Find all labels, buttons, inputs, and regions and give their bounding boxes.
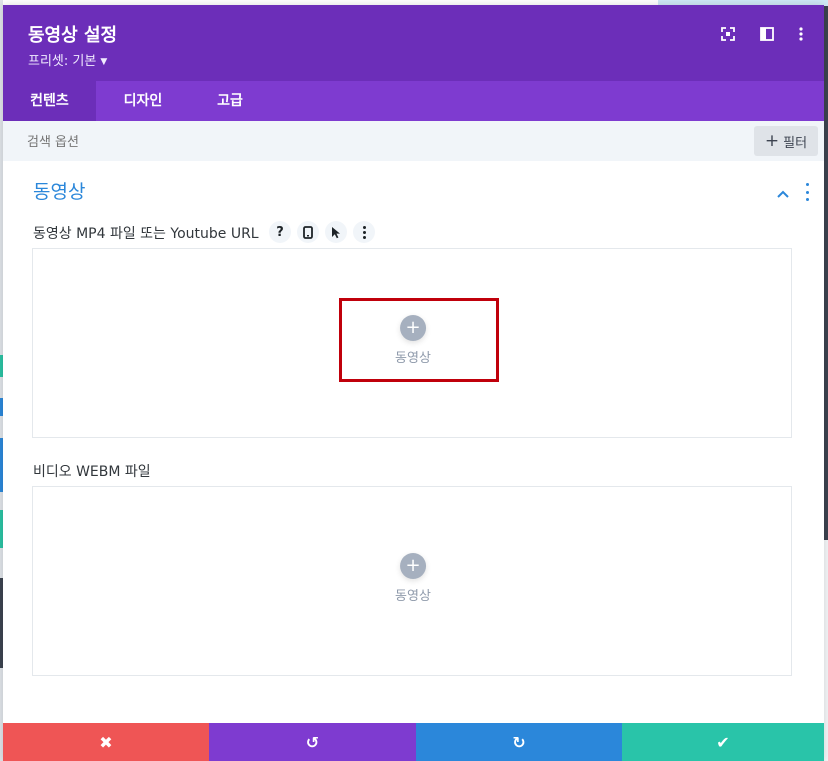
undo-button[interactable]: ↺: [209, 723, 416, 761]
search-bar: + 필터: [3, 121, 824, 161]
add-icon: +: [399, 553, 426, 579]
preset-dropdown[interactable]: 프리셋: 기본 ▼: [28, 50, 107, 69]
split-view-icon[interactable]: [758, 25, 776, 43]
section-title: 동영상: [33, 181, 86, 203]
background-page-right-edge: [824, 0, 828, 761]
modal-title: 동영상 설정: [28, 25, 118, 46]
more-vertical-icon[interactable]: [792, 25, 810, 43]
redo-icon: ↻: [512, 732, 526, 752]
field-icons: ?: [269, 221, 375, 243]
mobile-icon[interactable]: [297, 221, 319, 243]
redo-button[interactable]: ↻: [416, 723, 622, 761]
help-icon[interactable]: ?: [269, 221, 291, 243]
expand-icon[interactable]: [719, 25, 737, 43]
modal-header: 동영상 설정 프리셋: 기본 ▼: [3, 5, 824, 81]
caret-down-icon: ▼: [100, 57, 108, 67]
tab-design[interactable]: 디자인: [101, 81, 185, 121]
chevron-up-icon[interactable]: [776, 186, 790, 200]
filter-button[interactable]: + 필터: [754, 126, 818, 156]
plus-icon: +: [764, 130, 780, 151]
cursor-icon[interactable]: [325, 221, 347, 243]
field-label-webm: 비디오 WEBM 파일: [33, 464, 151, 480]
undo-icon: ↺: [305, 732, 320, 752]
video-settings-modal: 동영상 설정 프리셋: 기본 ▼ 컨텐츠 디자인 고급 검색 옵션 + 필터 동…: [3, 5, 824, 761]
check-icon: ✔: [716, 732, 730, 752]
more-vertical-icon[interactable]: [353, 221, 375, 243]
highlight-box: [339, 298, 499, 382]
upload-label: 동영상: [395, 589, 431, 604]
field-label-mp4: 동영상 MP4 파일 또는 Youtube URL: [33, 226, 259, 242]
upload-area-webm: + 동영상: [32, 486, 792, 676]
save-button[interactable]: ✔: [622, 723, 824, 761]
preset-label: 프리셋: 기본: [28, 54, 97, 69]
filter-label: 필터: [783, 135, 808, 151]
search-input[interactable]: [25, 129, 629, 155]
section-more-icon[interactable]: [802, 183, 812, 201]
modal-footer: ✖ ↺ ↻ ✔: [3, 723, 824, 761]
tab-bar: 컨텐츠 디자인 고급: [3, 81, 824, 121]
discard-button[interactable]: ✖: [3, 723, 209, 761]
tab-content[interactable]: 컨텐츠: [3, 81, 96, 121]
upload-video-button[interactable]: + 동영상: [395, 553, 431, 604]
tab-advanced[interactable]: 고급: [197, 81, 263, 121]
close-icon: ✖: [99, 732, 113, 752]
